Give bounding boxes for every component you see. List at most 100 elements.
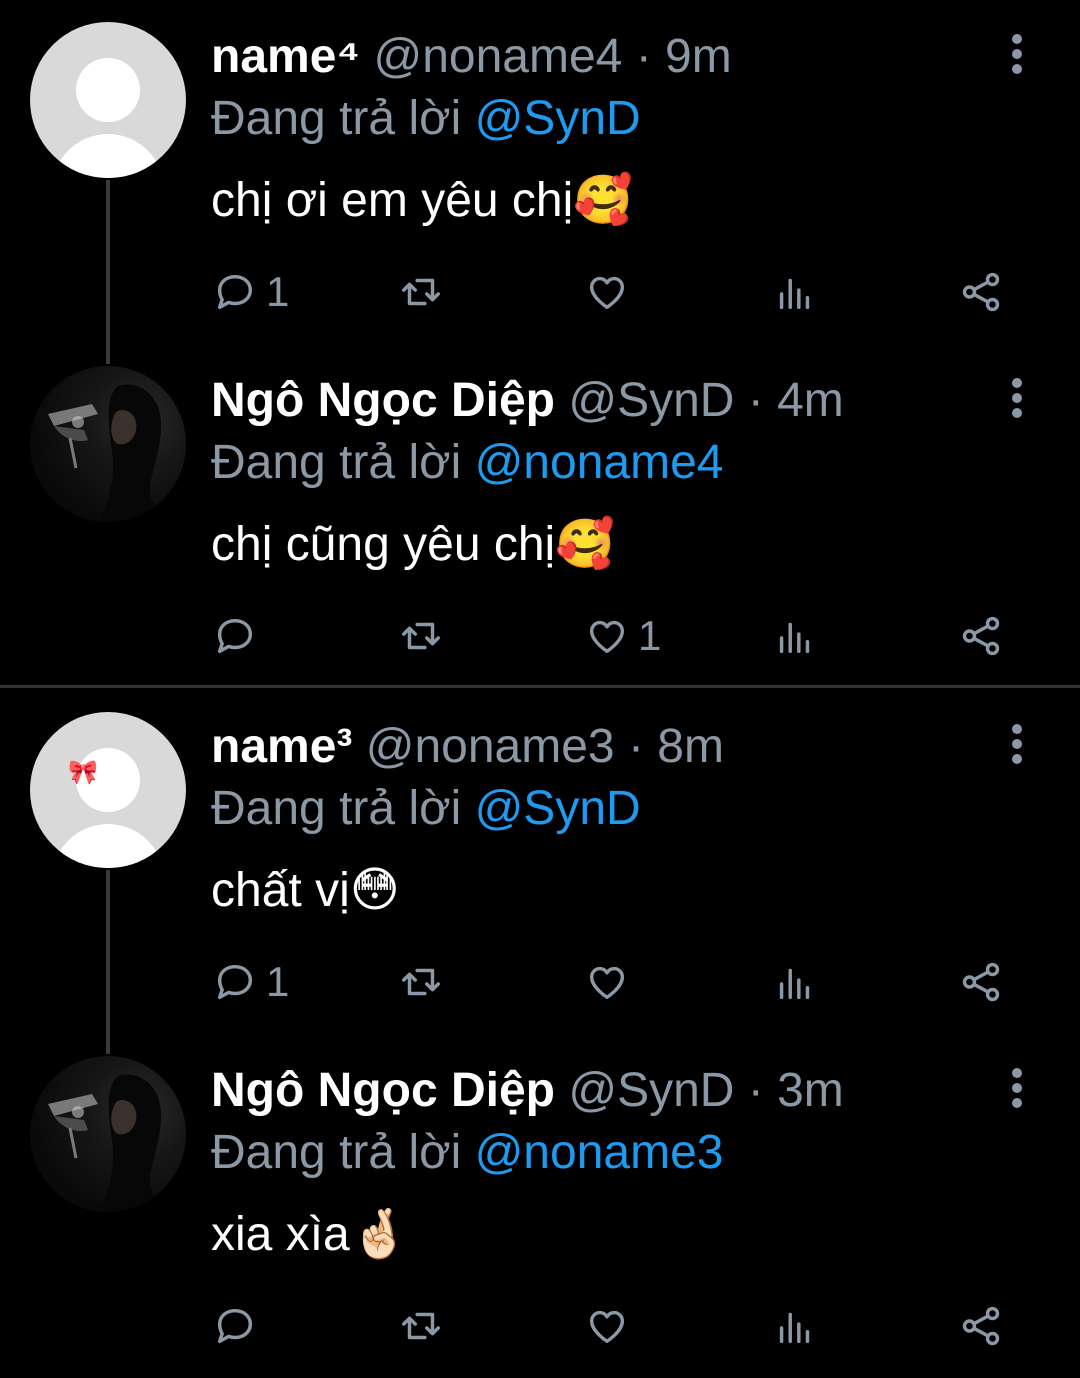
reply-button[interactable] xyxy=(212,1300,266,1352)
replying-to: Đang trả lời @SynD xyxy=(211,782,641,836)
avatar-body-shape xyxy=(52,134,164,178)
share-button[interactable] xyxy=(958,956,1004,1008)
retweet-button[interactable] xyxy=(398,1300,444,1352)
action-bar xyxy=(0,1300,1080,1352)
views-button[interactable] xyxy=(772,266,818,318)
heart-icon xyxy=(589,620,625,654)
separator: · xyxy=(734,374,778,427)
replying-to-label: Đang trả lời xyxy=(211,436,475,489)
reply-count: 1 xyxy=(266,958,290,1005)
timestamp[interactable]: 9m xyxy=(665,30,732,83)
more-vertical-icon[interactable] xyxy=(1004,1066,1030,1110)
reply-button[interactable] xyxy=(212,610,266,662)
replying-to-label: Đang trả lời xyxy=(211,1126,475,1179)
thread-divider xyxy=(0,685,1080,688)
separator: · xyxy=(622,30,666,83)
reply-button[interactable]: 1 xyxy=(212,266,289,318)
replying-to: Đang trả lời @noname3 xyxy=(211,1126,723,1180)
mention-link[interactable]: @SynD xyxy=(475,782,641,835)
like-button[interactable] xyxy=(584,956,638,1008)
retweet-icon xyxy=(402,1312,440,1340)
reply-icon xyxy=(217,964,253,1000)
views-icon xyxy=(779,622,810,654)
retweet-button[interactable] xyxy=(398,956,444,1008)
tweet-text-body: chị cũng yêu chị xyxy=(211,518,556,571)
like-button[interactable]: 1 xyxy=(584,610,661,662)
emoji: 🥰 xyxy=(555,516,615,572)
mention-link[interactable]: @noname3 xyxy=(475,1126,724,1179)
tweet-text-body: xia xìa xyxy=(211,1208,350,1261)
tweet[interactable]: 🎀 name³ @noname3 · 8m Đang trả lời @SynD… xyxy=(0,690,1080,1054)
views-icon xyxy=(779,1312,810,1344)
share-button[interactable] xyxy=(958,610,1004,662)
avatar-photo xyxy=(48,1074,162,1212)
separator: · xyxy=(614,720,658,773)
retweet-button[interactable] xyxy=(398,266,444,318)
timestamp[interactable]: 4m xyxy=(777,374,844,427)
views-button[interactable] xyxy=(772,956,818,1008)
avatar[interactable] xyxy=(30,1056,186,1212)
bow-emoji: 🎀 xyxy=(68,758,98,786)
reply-icon xyxy=(217,1308,253,1344)
retweet-icon xyxy=(402,622,440,650)
timestamp[interactable]: 8m xyxy=(657,720,724,773)
tweet-header: Ngô Ngọc Diệp @SynD · 4m xyxy=(211,374,844,428)
share-icon xyxy=(962,962,1000,1002)
replying-to: Đang trả lời @SynD xyxy=(211,92,641,146)
mention-link[interactable]: @SynD xyxy=(475,92,641,145)
retweet-button[interactable] xyxy=(398,610,444,662)
share-icon xyxy=(962,616,1000,656)
tweet-text: chị cũng yêu chị🥰 xyxy=(211,514,615,574)
user-handle[interactable]: @SynD xyxy=(568,1064,734,1117)
tweet[interactable]: Ngô Ngọc Diệp @SynD · 4m Đang trả lời @n… xyxy=(0,344,1080,688)
tweet-header: Ngô Ngọc Diệp @SynD · 3m xyxy=(211,1064,844,1118)
reply-icon xyxy=(217,274,253,310)
action-bar: 1 xyxy=(0,956,1080,1008)
like-button[interactable] xyxy=(584,266,638,318)
display-name[interactable]: name³ xyxy=(211,720,352,773)
replying-to-label: Đang trả lời xyxy=(211,92,475,145)
tweet-text-body: chị ơi em yêu chị xyxy=(211,174,574,227)
tweet-text: chất vị😳 xyxy=(211,860,400,920)
more-vertical-icon[interactable] xyxy=(1004,376,1030,420)
tweet-text: chị ơi em yêu chị🥰 xyxy=(211,170,633,230)
tweet[interactable]: Ngô Ngọc Diệp @SynD · 3m Đang trả lời @n… xyxy=(0,1034,1080,1378)
user-handle[interactable]: @noname3 xyxy=(366,720,615,773)
share-button[interactable] xyxy=(958,266,1004,318)
action-bar: 1 xyxy=(0,266,1080,318)
avatar[interactable]: 🎀 xyxy=(30,712,186,868)
views-button[interactable] xyxy=(772,610,818,662)
avatar[interactable] xyxy=(30,366,186,522)
like-button[interactable] xyxy=(584,1300,638,1352)
share-button[interactable] xyxy=(958,1300,1004,1352)
tweet-header: name⁴ @noname4 · 9m xyxy=(211,30,732,84)
avatar[interactable] xyxy=(30,22,186,178)
share-icon xyxy=(962,1306,1000,1346)
like-count: 1 xyxy=(638,612,662,659)
user-handle[interactable]: @SynD xyxy=(568,374,734,427)
timestamp[interactable]: 3m xyxy=(777,1064,844,1117)
reply-icon xyxy=(217,618,253,654)
more-vertical-icon[interactable] xyxy=(1004,32,1030,76)
reply-count: 1 xyxy=(266,268,290,315)
avatar-photo xyxy=(48,384,162,522)
more-vertical-icon[interactable] xyxy=(1004,722,1030,766)
heart-icon xyxy=(589,276,625,310)
display-name[interactable]: name⁴ xyxy=(211,30,360,83)
views-icon xyxy=(779,278,810,310)
tweet[interactable]: name⁴ @noname4 · 9m Đang trả lời @SynD c… xyxy=(0,0,1080,364)
display-name[interactable]: Ngô Ngọc Diệp xyxy=(211,374,555,427)
reply-button[interactable]: 1 xyxy=(212,956,289,1008)
avatar-head-shape xyxy=(76,58,140,122)
action-bar: 1 xyxy=(0,610,1080,662)
heart-icon xyxy=(589,1310,625,1344)
share-icon xyxy=(962,272,1000,312)
mention-link[interactable]: @noname4 xyxy=(475,436,724,489)
user-handle[interactable]: @noname4 xyxy=(373,30,622,83)
replying-to: Đang trả lời @noname4 xyxy=(211,436,723,490)
retweet-icon xyxy=(402,968,440,996)
separator: · xyxy=(734,1064,778,1117)
display-name[interactable]: Ngô Ngọc Diệp xyxy=(211,1064,555,1117)
views-button[interactable] xyxy=(772,1300,818,1352)
retweet-icon xyxy=(402,278,440,306)
